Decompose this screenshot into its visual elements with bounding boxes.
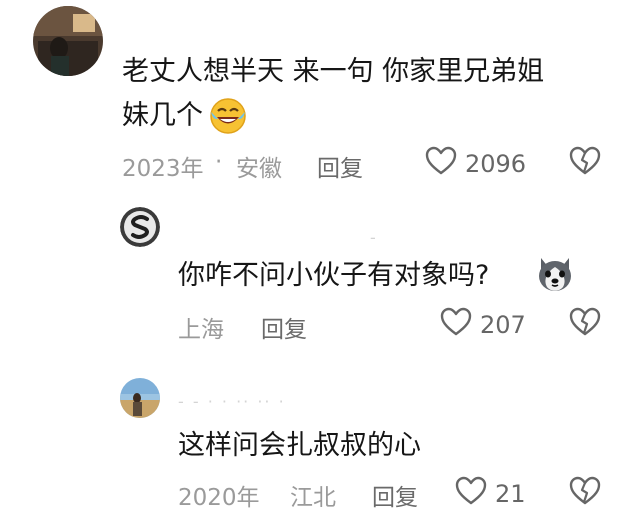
separator-dot: ·	[215, 149, 223, 175]
reply-text: 你咋不问小伙子有对象吗?	[178, 260, 490, 291]
reply-button[interactable]: 回复	[317, 149, 363, 183]
like-count: 2096	[465, 150, 527, 178]
reply-date: 2020年	[178, 485, 260, 511]
heart-icon	[425, 146, 457, 182]
like-button[interactable]: 2096	[425, 146, 526, 182]
like-count: 207	[480, 311, 526, 339]
username[interactable]: - - · · ·· ·· ·	[178, 392, 286, 411]
heart-icon	[455, 476, 487, 512]
heart-icon	[440, 307, 472, 343]
dislike-icon[interactable]	[569, 476, 601, 506]
laughing-crying-face-icon	[208, 96, 248, 136]
like-count: 21	[495, 480, 526, 508]
husky-dog-icon	[535, 254, 575, 294]
reply-button[interactable]: 回复	[261, 310, 307, 344]
avatar[interactable]	[120, 207, 160, 247]
like-button[interactable]: 207	[440, 307, 526, 343]
comment-text-continued: 妹几个	[122, 100, 203, 131]
reply-location: 上海	[178, 317, 224, 343]
reply-button[interactable]: 回复	[372, 478, 418, 512]
avatar[interactable]	[120, 378, 160, 418]
comment-text: 老丈人想半天 来一句 你家里兄弟姐	[122, 56, 545, 87]
reply-text: 这样问会扎叔叔的心	[178, 430, 421, 461]
comment-location: 安徽	[236, 156, 282, 182]
username[interactable]: -	[370, 228, 378, 247]
dislike-icon[interactable]	[569, 146, 601, 176]
reply-location: 江北	[290, 485, 336, 511]
avatar[interactable]	[33, 6, 103, 76]
like-button[interactable]: 21	[455, 476, 526, 512]
dislike-icon[interactable]	[569, 307, 601, 337]
comment-date: 2023年	[122, 156, 204, 182]
